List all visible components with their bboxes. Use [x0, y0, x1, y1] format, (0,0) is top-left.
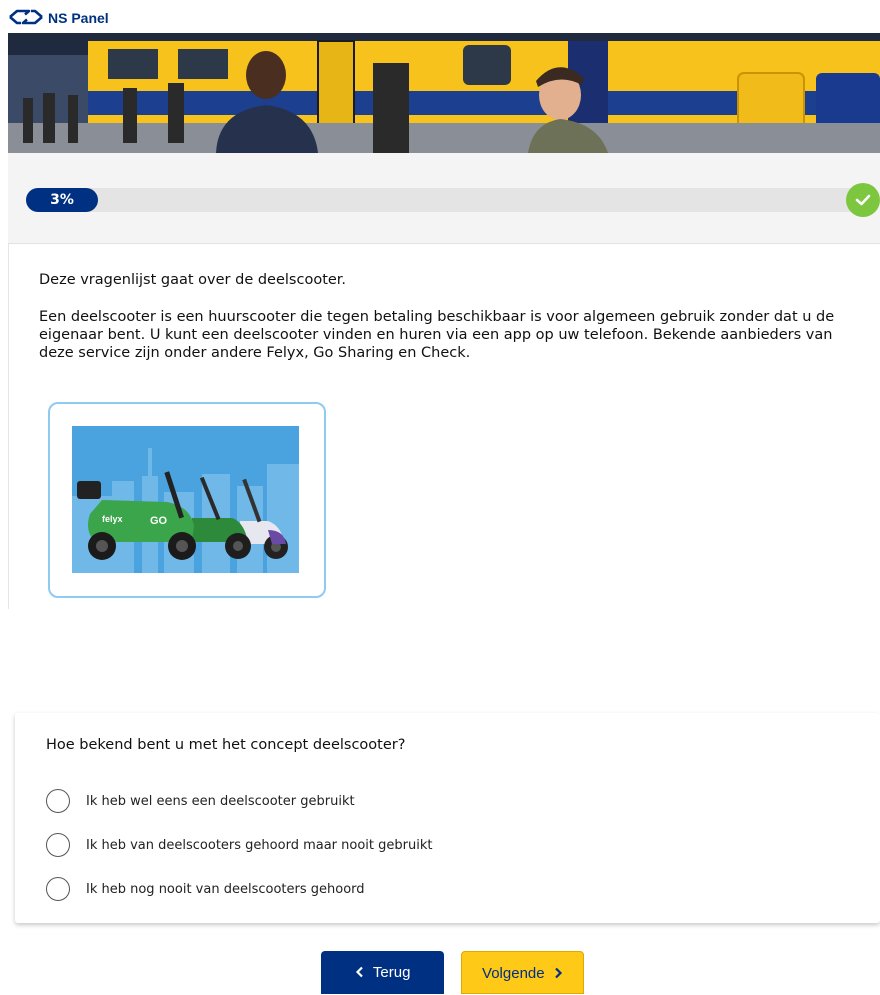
chevron-right-icon — [555, 967, 563, 978]
intro-heading: Deze vragenlijst gaat over de deelscoote… — [39, 272, 347, 288]
answer-option-1[interactable]: Ik heb wel eens een deelscooter gebruikt — [46, 789, 646, 817]
radio-button[interactable] — [46, 833, 70, 857]
answer-option-3[interactable]: Ik heb nog nooit van deelscooters gehoor… — [46, 877, 646, 905]
answer-label: Ik heb van deelscooters gehoord maar noo… — [86, 838, 433, 853]
progress-fill: 3% — [26, 188, 98, 212]
intro-section: Deze vragenlijst gaat over de deelscoote… — [8, 244, 880, 609]
question-card: Hoe bekend bent u met het concept deelsc… — [15, 713, 880, 923]
check-icon — [846, 183, 880, 217]
hero-image — [8, 33, 880, 153]
answer-option-2[interactable]: Ik heb van deelscooters gehoord maar noo… — [46, 833, 646, 861]
scooter-image-card: felyx GO — [48, 402, 326, 598]
intro-description: Een deelscooter is een huurscooter die t… — [39, 309, 835, 361]
chevron-left-icon — [355, 966, 363, 977]
progress-track: 3% — [26, 188, 862, 212]
top-bar: NS Panel — [0, 0, 880, 32]
brand-name: NS Panel — [48, 10, 109, 26]
go-logo-text: GO — [150, 515, 168, 527]
back-button[interactable]: Terug — [321, 951, 444, 994]
answer-label: Ik heb wel eens een deelscooter gebruikt — [86, 794, 355, 809]
radio-button[interactable] — [46, 877, 70, 901]
next-button[interactable]: Volgende — [461, 951, 584, 994]
progress-section: 3% — [8, 153, 880, 244]
felyx-logo-text: felyx — [102, 514, 123, 524]
next-button-label: Volgende — [482, 965, 545, 982]
scooter-image: felyx GO — [72, 426, 299, 573]
answer-label: Ik heb nog nooit van deelscooters gehoor… — [86, 882, 365, 897]
ns-logo-icon — [9, 9, 43, 25]
radio-button[interactable] — [46, 789, 70, 813]
back-button-label: Terug — [372, 964, 411, 981]
question-text: Hoe bekend bent u met het concept deelsc… — [46, 737, 406, 753]
